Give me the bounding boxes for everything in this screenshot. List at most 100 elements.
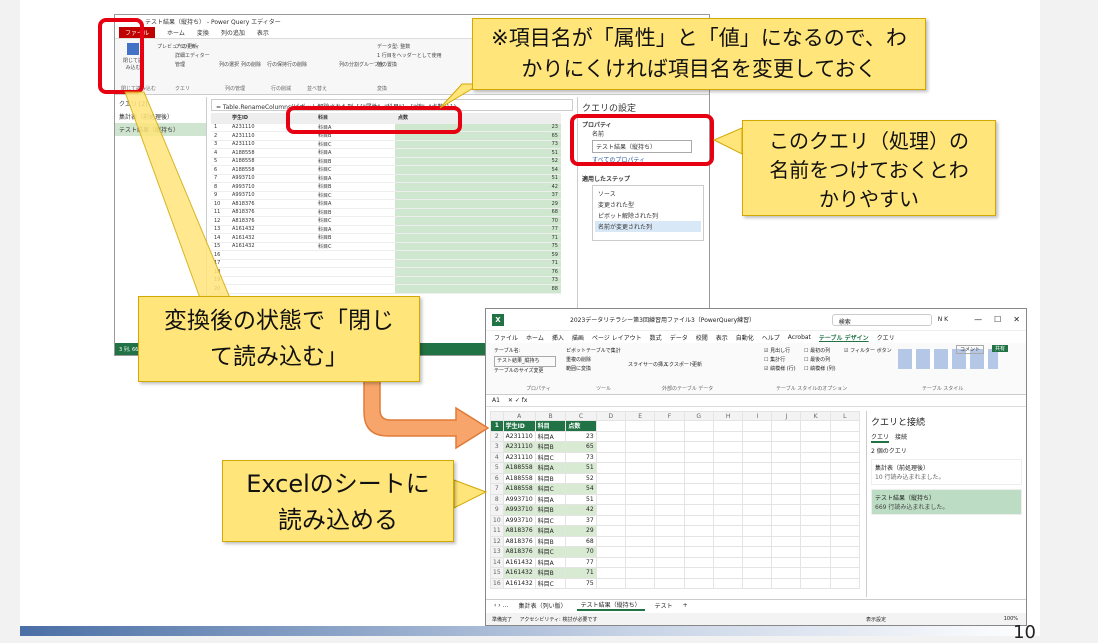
pq-step[interactable]: ピボット解除された列 [595, 210, 701, 221]
xl-row-number[interactable]: 11 [490, 525, 504, 537]
xl-cell[interactable] [829, 525, 860, 537]
xl-cell[interactable]: 科目A [534, 493, 567, 505]
xl-cell[interactable]: 73 [565, 451, 597, 463]
xl-row-number[interactable]: 3 [490, 441, 504, 453]
xl-cell[interactable] [595, 504, 627, 516]
xl-cell[interactable] [683, 514, 714, 526]
pq-table-row[interactable]: 4 A188558 科目A 51 [211, 148, 561, 158]
xl-cell[interactable] [654, 525, 685, 537]
xl-cell[interactable] [829, 441, 860, 453]
xl-cell[interactable] [742, 430, 773, 442]
xl-cell[interactable] [683, 493, 714, 505]
xl-cell[interactable]: 科目C [534, 483, 567, 495]
xl-cell[interactable] [712, 504, 744, 516]
xl-column-letter[interactable]: I [742, 411, 773, 421]
xl-cell[interactable] [712, 514, 744, 526]
xl-last-column-checkbox[interactable]: ☐ 最後の列 [804, 356, 836, 365]
pq-table-row[interactable]: 8 A993710 科目B 42 [211, 182, 561, 192]
xl-column-letter[interactable]: A [502, 411, 536, 421]
xl-cell[interactable] [712, 430, 744, 442]
xl-cell[interactable] [595, 472, 627, 484]
maximize-icon[interactable]: ☐ [994, 315, 1001, 324]
pq-query-item[interactable]: 集計表（前処理後） [115, 110, 206, 123]
xl-cell[interactable] [625, 430, 656, 442]
xl-cell[interactable] [800, 567, 831, 579]
xl-cell[interactable] [595, 441, 627, 453]
xl-cell[interactable]: 71 [565, 567, 597, 579]
xl-resize-table-button[interactable]: テーブルのサイズ変更 [494, 367, 556, 376]
pq-table-row[interactable]: 3 A231110 科目C 73 [211, 140, 561, 149]
xl-column-letter[interactable]: K [800, 411, 831, 421]
xl-cell[interactable]: 科目A [534, 462, 567, 474]
xl-status-display[interactable]: 表示設定 [866, 616, 886, 623]
xl-cell[interactable] [742, 514, 773, 526]
xl-cell[interactable] [800, 441, 831, 453]
xl-cell[interactable] [625, 483, 656, 495]
xl-cell[interactable] [771, 514, 802, 526]
xl-cell[interactable]: 科目B [534, 567, 567, 579]
xl-cell[interactable] [742, 567, 773, 579]
xl-cell[interactable] [595, 546, 627, 558]
xl-total-row-checkbox[interactable]: ☐ 集計行 [764, 356, 796, 365]
xl-panel-tab-connections[interactable]: 接続 [895, 432, 907, 443]
xl-cell[interactable] [683, 451, 714, 463]
xl-cell[interactable]: 29 [565, 525, 597, 537]
xl-cell[interactable] [595, 514, 627, 526]
pq-remove-rows-button[interactable]: 行の削除 [287, 61, 307, 68]
pq-split-column-button[interactable]: 列の分割 [339, 61, 359, 68]
xl-cell[interactable] [654, 451, 685, 463]
pq-step[interactable]: 変更された型 [595, 199, 701, 210]
xl-cell[interactable]: 51 [565, 462, 597, 474]
xl-cell[interactable] [800, 430, 831, 442]
xl-row-number[interactable]: 1 [490, 420, 504, 432]
xl-cell[interactable]: 23 [565, 430, 597, 442]
xl-cell[interactable] [712, 577, 744, 589]
xl-cell[interactable] [800, 504, 831, 516]
xl-cell[interactable] [712, 525, 744, 537]
xl-pivot-button[interactable]: ピボットテーブルで集計 [566, 347, 621, 356]
xl-cell[interactable] [742, 535, 773, 547]
xl-cell[interactable] [683, 420, 714, 432]
tab-nav-icon[interactable]: ‹ › … [494, 602, 509, 609]
xl-cell[interactable]: A188558 [502, 483, 536, 495]
xl-cell[interactable] [742, 441, 773, 453]
xl-user[interactable]: N K [938, 316, 948, 323]
xl-filter-button-checkbox[interactable]: ☑ フィルター ボタン [844, 347, 892, 354]
xl-column-letter[interactable]: J [771, 411, 802, 421]
xl-cell[interactable] [625, 546, 656, 558]
minimize-icon[interactable]: — [974, 315, 982, 324]
xl-row-number[interactable]: 14 [490, 556, 504, 568]
xl-cell[interactable] [625, 535, 656, 547]
xl-cell[interactable] [625, 567, 656, 579]
pq-table-row[interactable]: 18 76 [211, 267, 561, 277]
xl-cell[interactable] [595, 483, 627, 495]
xl-cell[interactable] [683, 556, 714, 568]
xl-cell[interactable]: A993710 [502, 514, 536, 526]
xl-row-number[interactable]: 5 [490, 462, 504, 474]
pq-advanced-editor-button[interactable]: 詳細エディター [175, 52, 210, 61]
xl-banded-columns-checkbox[interactable]: ☐ 縞模様 (列) [804, 365, 836, 374]
pq-table-row[interactable]: 5 A188558 科目B 52 [211, 157, 561, 166]
xl-cell[interactable] [800, 420, 831, 432]
xl-cell[interactable] [742, 472, 773, 484]
xl-cell[interactable] [595, 420, 627, 432]
pq-datatype-dropdown[interactable]: データ型: 整数 [377, 43, 442, 52]
xl-cell[interactable] [712, 420, 744, 432]
xl-cell[interactable] [829, 462, 860, 474]
xl-cell[interactable]: A818376 [502, 535, 536, 547]
xl-column-letter[interactable]: F [654, 411, 685, 421]
xl-cell[interactable] [654, 546, 685, 558]
xl-cell[interactable] [800, 525, 831, 537]
pq-table-row[interactable]: 20 88 [211, 284, 561, 294]
xl-cell[interactable] [654, 441, 685, 453]
xl-cell[interactable] [800, 483, 831, 495]
xl-menu-item[interactable]: 表示 [716, 333, 728, 342]
xl-cell[interactable] [829, 567, 860, 579]
pq-table-row[interactable]: 10 A818376 科目A 29 [211, 199, 561, 209]
xl-column-letter[interactable]: D [595, 411, 627, 421]
xl-menu-item[interactable]: ページ レイアウト [592, 333, 642, 342]
xl-cell[interactable] [829, 577, 860, 589]
xl-cell[interactable] [625, 525, 656, 537]
xl-cell[interactable] [829, 483, 860, 495]
xl-query-card[interactable]: 集計表（前処理後） 10 行読み込まれました。 [871, 459, 1022, 485]
